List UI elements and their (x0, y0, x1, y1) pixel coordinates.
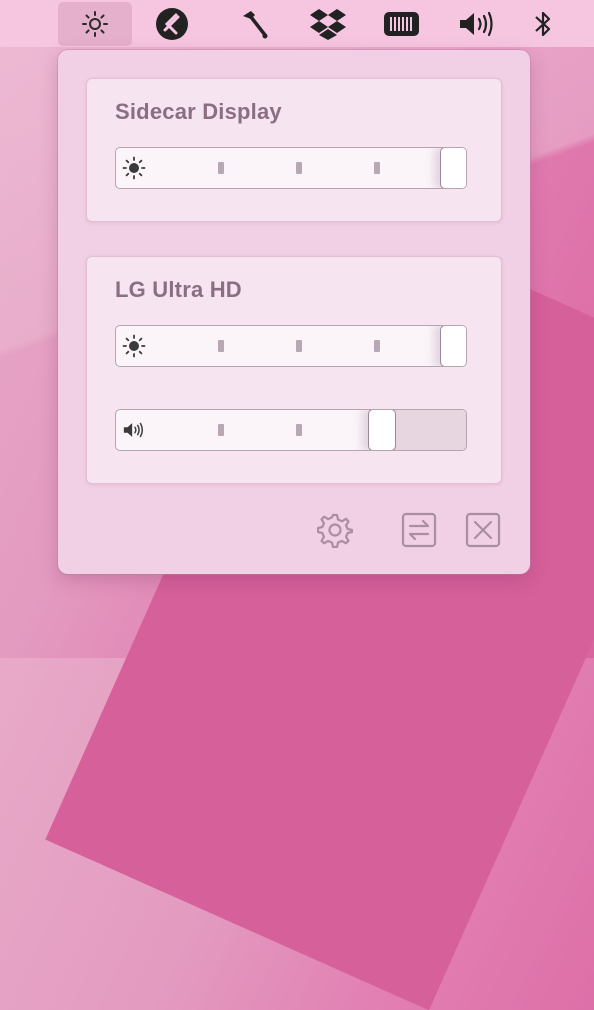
display-name: LG Ultra HD (115, 277, 242, 302)
brightness-slider[interactable] (115, 325, 467, 367)
teamviewer-menu-button[interactable] (146, 2, 198, 46)
volume-menu-button[interactable] (450, 2, 502, 46)
volume-icon (456, 9, 496, 39)
menu-bar (0, 0, 594, 47)
close-button[interactable] (465, 512, 501, 553)
volume-slider[interactable] (115, 409, 467, 451)
slider-tick (374, 340, 380, 352)
teamviewer-icon (155, 7, 189, 41)
slider-tick (296, 340, 302, 352)
slider-tick (296, 162, 302, 174)
brightness-popover: Sidecar Display LG Ultra HD (58, 50, 530, 574)
slider-knob[interactable] (440, 326, 466, 366)
display-card-lg: LG Ultra HD (86, 256, 502, 484)
slider-tick (296, 424, 302, 436)
battery-icon (383, 10, 421, 38)
display-name: Sidecar Display (115, 99, 282, 124)
settings-icon (316, 512, 354, 553)
swap-display-icon (401, 512, 437, 553)
settings-button[interactable] (316, 512, 354, 553)
brightness-menu-button[interactable] (58, 2, 132, 46)
hammer-menu-button[interactable] (228, 2, 280, 46)
dropbox-icon (309, 7, 347, 41)
slider-tick (218, 340, 224, 352)
slider-tick (374, 162, 380, 174)
volume-icon (122, 418, 146, 442)
display-card-sidecar: Sidecar Display (86, 78, 502, 222)
bluetooth-icon (531, 9, 555, 39)
close-icon (465, 512, 501, 553)
slider-tick (218, 424, 224, 436)
brightness-icon (81, 10, 109, 38)
dropbox-menu-button[interactable] (302, 2, 354, 46)
hammer-icon (237, 7, 271, 41)
brightness-icon (122, 156, 146, 180)
brightness-icon (122, 334, 146, 358)
bluetooth-menu-button[interactable] (517, 2, 569, 46)
slider-knob[interactable] (440, 148, 466, 188)
swap-display-button[interactable] (401, 512, 437, 553)
slider-tick (218, 162, 224, 174)
brightness-slider[interactable] (115, 147, 467, 189)
slider-knob[interactable] (368, 410, 396, 450)
battery-menu-button[interactable] (376, 2, 428, 46)
